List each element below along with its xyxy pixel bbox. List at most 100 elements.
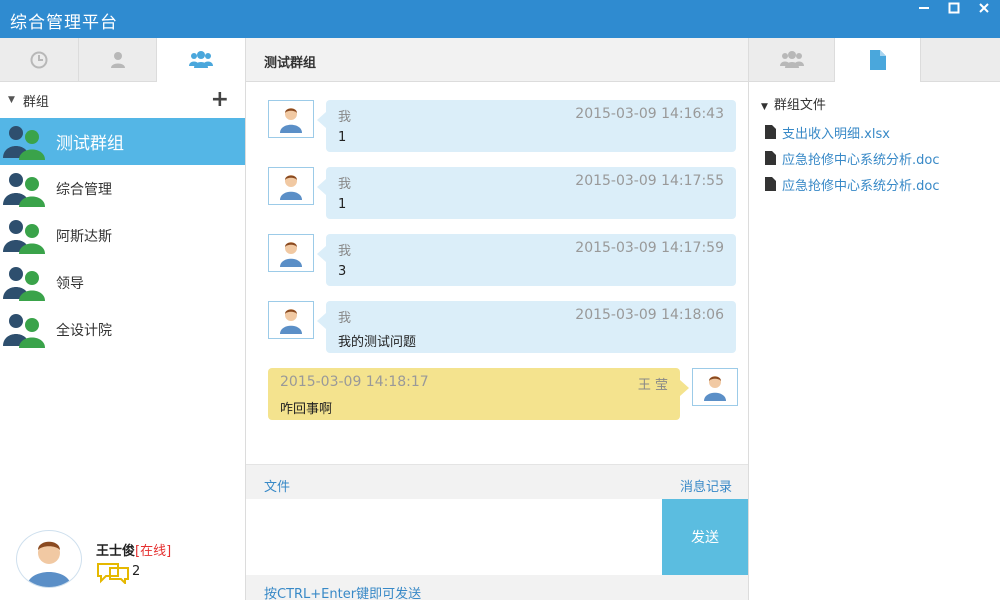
send-hint: 按CTRL+Enter键即可发送 xyxy=(246,575,748,600)
group-header-label: 群组 xyxy=(22,94,49,110)
group-avatar-icon xyxy=(3,266,45,301)
message-avatar[interactable] xyxy=(268,167,314,205)
group-files-header[interactable]: ▼ 群组文件 xyxy=(749,82,1000,119)
file-name: 应急抢修中心系统分析.doc xyxy=(782,152,940,168)
message-text: 咋回事啊 xyxy=(280,402,333,417)
group-name: 综合管理 xyxy=(56,181,112,198)
chat-panel: 测试群组 我 2015-03-09 14:16:43 1 我 2015-03-0… xyxy=(246,38,748,600)
message-time: 2015-03-09 14:18:06 xyxy=(575,307,724,323)
group-name: 测试群组 xyxy=(56,134,124,154)
message-time: 2015-03-09 14:16:43 xyxy=(575,106,724,122)
message-sender: 我 xyxy=(338,311,352,326)
user-name: 王士俊 xyxy=(96,544,136,559)
message-sender: 王 莹 xyxy=(637,378,668,393)
message-avatar[interactable] xyxy=(692,368,738,406)
document-icon xyxy=(765,125,776,139)
file-item[interactable]: 应急抢修中心系统分析.doc xyxy=(749,145,1000,171)
file-name: 应急抢修中心系统分析.doc xyxy=(782,178,940,194)
group-icon xyxy=(779,51,804,68)
chat-toolbar: 文件 消息记录 xyxy=(246,464,748,499)
message-time: 2015-03-09 14:17:55 xyxy=(575,173,724,189)
minimize-icon xyxy=(919,7,929,9)
message-avatar[interactable] xyxy=(268,301,314,339)
window-controls xyxy=(916,0,992,20)
message-bubble: 我 2015-03-09 14:17:55 1 xyxy=(317,167,736,219)
message-item-mine: 王 莹 2015-03-09 14:18:17 咋回事啊 xyxy=(268,368,738,422)
message-avatar[interactable] xyxy=(268,100,314,138)
user-avatar-icon xyxy=(280,242,302,267)
message-time: 2015-03-09 14:17:59 xyxy=(575,240,724,256)
group-item[interactable]: 领导 xyxy=(0,259,245,306)
title-bar: 综合管理平台 xyxy=(0,0,1000,38)
group-item[interactable]: 测试群组 xyxy=(0,118,245,165)
close-button[interactable] xyxy=(976,0,992,16)
document-icon xyxy=(765,177,776,191)
avatar[interactable] xyxy=(16,530,82,588)
message-text: 3 xyxy=(338,264,347,279)
group-avatar-icon xyxy=(3,313,45,348)
file-name: 支出收入明细.xlsx xyxy=(782,126,890,142)
group-item[interactable]: 阿斯达斯 xyxy=(0,212,245,259)
group-name: 全设计院 xyxy=(56,322,112,339)
chat-title: 测试群组 xyxy=(246,38,748,82)
tab-group-members[interactable] xyxy=(749,38,835,82)
window-title: 综合管理平台 xyxy=(10,13,118,33)
user-avatar-icon xyxy=(280,108,302,133)
group-name: 阿斯达斯 xyxy=(56,228,112,245)
group-avatar-icon xyxy=(3,125,45,160)
group-name: 领导 xyxy=(56,275,84,292)
right-tabs xyxy=(749,38,1000,82)
send-button[interactable]: 发送 xyxy=(662,499,748,575)
message-input[interactable] xyxy=(246,499,662,575)
message-icon[interactable] xyxy=(96,562,130,588)
user-icon xyxy=(110,52,125,68)
tab-recent[interactable] xyxy=(0,38,79,82)
message-item: 我 2015-03-09 14:16:43 1 xyxy=(268,100,738,154)
user-avatar-icon xyxy=(280,175,302,200)
message-avatar[interactable] xyxy=(268,234,314,272)
message-bubble: 我 2015-03-09 14:16:43 1 xyxy=(317,100,736,152)
group-icon xyxy=(189,51,214,68)
add-group-button[interactable]: + xyxy=(211,87,229,112)
tab-group-files[interactable] xyxy=(835,38,921,82)
maximize-icon xyxy=(948,2,960,14)
file-item[interactable]: 支出收入明细.xlsx xyxy=(749,119,1000,145)
file-button[interactable]: 文件 xyxy=(264,476,290,495)
user-avatar-icon xyxy=(280,309,302,334)
message-sender: 我 xyxy=(338,244,352,259)
message-time: 2015-03-09 14:18:17 xyxy=(280,374,429,390)
group-avatar-icon xyxy=(3,219,45,254)
message-item: 我 2015-03-09 14:17:55 1 xyxy=(268,167,738,221)
group-header[interactable]: ▼ 群组 + xyxy=(0,82,245,118)
message-bubble: 我 2015-03-09 14:18:06 我的测试问题 xyxy=(317,301,736,353)
clock-icon xyxy=(30,51,48,69)
maximize-button[interactable] xyxy=(946,0,962,16)
right-panel: ▼ 群组文件 支出收入明细.xlsx 应急抢修中心系统分析.doc 应急抢修中心系… xyxy=(748,38,1000,600)
group-item[interactable]: 综合管理 xyxy=(0,165,245,212)
message-item: 我 2015-03-09 14:18:06 我的测试问题 xyxy=(268,301,738,355)
user-status: [在线] xyxy=(135,544,172,559)
group-avatar-icon xyxy=(3,172,45,207)
minimize-button[interactable] xyxy=(916,0,932,16)
message-item: 我 2015-03-09 14:17:59 3 xyxy=(268,234,738,288)
message-count: 2 xyxy=(132,564,141,579)
file-item[interactable]: 应急抢修中心系统分析.doc xyxy=(749,171,1000,197)
close-icon xyxy=(979,3,989,13)
user-name-line: 王士俊[在线] xyxy=(96,540,171,559)
group-item[interactable]: 全设计院 xyxy=(0,306,245,353)
file-icon xyxy=(869,50,886,70)
message-sender: 我 xyxy=(338,110,352,125)
tab-groups[interactable] xyxy=(157,38,246,82)
message-history-button[interactable]: 消息记录 xyxy=(680,476,732,495)
message-text: 1 xyxy=(338,197,347,212)
message-list[interactable]: 我 2015-03-09 14:16:43 1 我 2015-03-09 14:… xyxy=(246,82,748,464)
message-sender: 我 xyxy=(338,177,352,192)
left-tabs xyxy=(0,38,246,82)
caret-down-icon: ▼ xyxy=(8,95,15,105)
message-text: 1 xyxy=(338,130,347,145)
current-user-card: 王士俊[在线] 2 xyxy=(16,528,236,592)
caret-down-icon: ▼ xyxy=(761,102,768,112)
left-panel: ▼ 群组 + 测试群组 综合管理 阿斯达斯 领导 全设计院 王士俊[在线] 2 xyxy=(0,38,246,600)
message-text: 我的测试问题 xyxy=(338,335,417,350)
tab-contacts[interactable] xyxy=(79,38,158,82)
